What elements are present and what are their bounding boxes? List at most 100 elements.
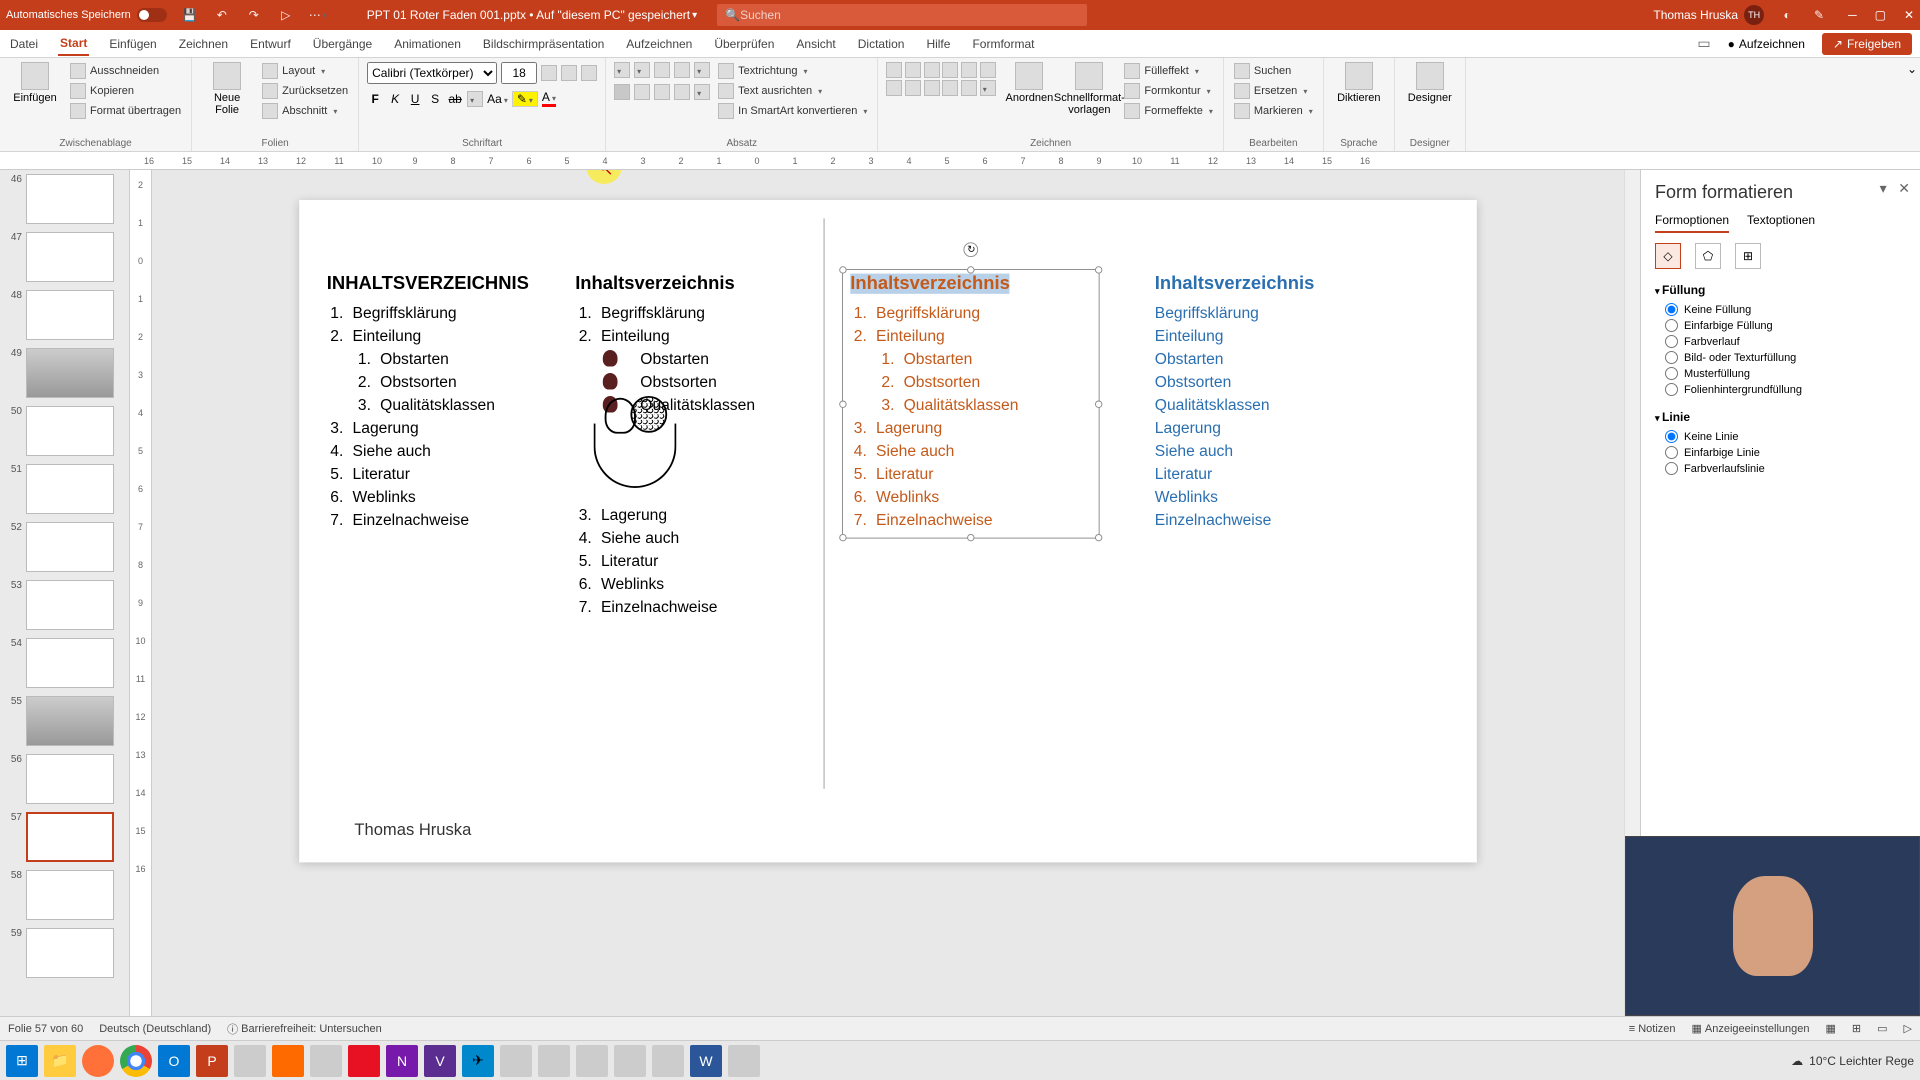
view-sorter-icon[interactable]: ⊞ (1852, 1022, 1861, 1035)
spacing-icon[interactable] (467, 91, 483, 107)
collapse-ribbon-icon[interactable]: ▭ (1697, 35, 1710, 52)
thumbnail-row[interactable]: 49 (4, 348, 125, 398)
shape-free-icon[interactable] (905, 80, 921, 96)
decrease-indent-icon[interactable] (654, 62, 670, 78)
paste-button[interactable]: Einfügen (8, 62, 62, 104)
size-tab-icon[interactable]: ⊞ (1735, 243, 1761, 269)
display-settings-button[interactable]: ▦ Anzeigeeinstellungen (1692, 1022, 1810, 1035)
tab-animationen[interactable]: Animationen (392, 33, 463, 55)
slide-canvas-area[interactable]: ↖ INHALTSVERZEICHNIS 1.Begriffsklärung 2… (152, 170, 1624, 1016)
from-beginning-icon[interactable]: ▷ (277, 6, 295, 24)
shape-outline-button[interactable]: Formkontur (1122, 82, 1215, 100)
toc-column-3-selected[interactable]: Inhaltsverzeichnis 1.Begriffsklärung 2.E… (842, 269, 1100, 539)
tab-ueberpruefen[interactable]: Überprüfen (712, 33, 776, 55)
app-icon[interactable] (614, 1045, 646, 1077)
start-button[interactable]: ⊞ (6, 1045, 38, 1077)
columns-icon[interactable] (694, 84, 710, 100)
telegram-icon[interactable]: ✈ (462, 1045, 494, 1077)
reset-button[interactable]: Zurücksetzen (260, 82, 350, 100)
replace-button[interactable]: Ersetzen (1232, 82, 1315, 100)
align-center-icon[interactable] (634, 84, 650, 100)
coming-soon-icon[interactable]: ◐ (1778, 6, 1796, 24)
shape-star-icon[interactable] (961, 80, 977, 96)
align-right-icon[interactable] (654, 84, 670, 100)
tab-zeichnen[interactable]: Zeichnen (177, 33, 230, 55)
tab-dictation[interactable]: Dictation (856, 33, 907, 55)
view-normal-icon[interactable]: ▦ (1826, 1022, 1836, 1035)
app-icon[interactable] (538, 1045, 570, 1077)
bold-button[interactable]: F (367, 92, 383, 106)
app-icon[interactable] (310, 1045, 342, 1077)
toc-column-4[interactable]: Inhaltsverzeichnis Begriffsklärung Einte… (1155, 274, 1394, 534)
undo-icon[interactable]: ↶ (213, 6, 231, 24)
thumbnail[interactable] (26, 290, 114, 340)
powerpoint-icon[interactable]: P (196, 1045, 228, 1077)
save-icon[interactable]: 💾 (181, 6, 199, 24)
font-color-button[interactable]: A (542, 90, 556, 107)
smartart-button[interactable]: In SmartArt konvertieren (716, 102, 869, 120)
highlight-button[interactable]: ✎ (512, 91, 538, 107)
resize-handle[interactable] (1095, 266, 1102, 273)
fill-section-header[interactable]: Füllung (1655, 283, 1906, 297)
thumbnail[interactable] (26, 580, 114, 630)
strike-button[interactable]: ab (447, 92, 463, 106)
thumbnail-row[interactable]: 52 (4, 522, 125, 572)
accessibility-status[interactable]: ⓘ Barrierefreiheit: Untersuchen (227, 1021, 382, 1037)
thumbnail-row[interactable]: 50 (4, 406, 125, 456)
fill-slidebg-option[interactable]: Folienhintergrundfüllung (1665, 383, 1906, 396)
format-painter-button[interactable]: Format übertragen (68, 102, 183, 120)
ribbon-collapse-icon[interactable]: ⌄ (1904, 58, 1920, 151)
tab-formformat[interactable]: Formformat (970, 33, 1036, 55)
align-left-icon[interactable] (614, 84, 630, 100)
tab-bildschirm[interactable]: Bildschirmpräsentation (481, 33, 606, 55)
draw-icon[interactable]: ✎ (1810, 6, 1828, 24)
pane-tab-shape[interactable]: Formoptionen (1655, 213, 1729, 233)
line-solid-option[interactable]: Einfarbige Linie (1665, 446, 1906, 459)
cut-button[interactable]: Ausschneiden (68, 62, 183, 80)
app-icon[interactable] (500, 1045, 532, 1077)
fill-pattern-option[interactable]: Musterfüllung (1665, 367, 1906, 380)
thumbnail[interactable] (26, 406, 114, 456)
shape-brace2-icon[interactable] (942, 80, 958, 96)
shape-brace1-icon[interactable] (924, 80, 940, 96)
numbering-icon[interactable] (634, 62, 650, 78)
layout-button[interactable]: Layout (260, 62, 350, 80)
thumbnail-row[interactable]: 51 (4, 464, 125, 514)
firefox-icon[interactable] (82, 1045, 114, 1077)
search-input[interactable] (740, 8, 1079, 22)
close-icon[interactable]: ✕ (1904, 8, 1914, 22)
case-button[interactable]: Aa (487, 92, 508, 106)
tab-hilfe[interactable]: Hilfe (924, 33, 952, 55)
shape-arrow-icon[interactable] (905, 62, 921, 78)
shape-more-icon[interactable] (980, 80, 996, 96)
toc-column-1[interactable]: INHALTSVERZEICHNIS 1.Begriffsklärung 2.E… (327, 274, 566, 534)
thumbnail-row[interactable]: 53 (4, 580, 125, 630)
app-icon[interactable] (728, 1045, 760, 1077)
app-icon[interactable] (576, 1045, 608, 1077)
thumbnail[interactable] (26, 522, 114, 572)
app-icon[interactable] (652, 1045, 684, 1077)
toc-column-2[interactable]: Inhaltsverzeichnis 1.Begriffsklärung 2.E… (575, 274, 814, 622)
ruler-horizontal[interactable]: 1615141312111098765432101234567891011121… (0, 152, 1920, 170)
redo-icon[interactable]: ↷ (245, 6, 263, 24)
thumbnail-row[interactable]: 56 (4, 754, 125, 804)
view-slideshow-icon[interactable]: ▷ (1904, 1022, 1912, 1035)
thumbnail[interactable] (26, 696, 114, 746)
align-text-button[interactable]: Text ausrichten (716, 82, 869, 100)
shapes-gallery[interactable] (886, 62, 996, 96)
pane-tab-text[interactable]: Textoptionen (1747, 213, 1815, 233)
rotate-handle[interactable] (963, 242, 978, 257)
notes-button[interactable]: ≡ Notizen (1629, 1023, 1676, 1035)
word-icon[interactable]: W (690, 1045, 722, 1077)
app-icon[interactable] (234, 1045, 266, 1077)
maximize-icon[interactable]: ▢ (1875, 8, 1886, 22)
fill-line-tab-icon[interactable]: ◇ (1655, 243, 1681, 269)
shape-effects-button[interactable]: Formeffekte (1122, 102, 1215, 120)
resize-handle[interactable] (839, 534, 846, 541)
bullets-icon[interactable] (614, 62, 630, 78)
designer-button[interactable]: Designer (1403, 62, 1457, 104)
select-button[interactable]: Markieren (1232, 102, 1315, 120)
explorer-icon[interactable]: 📁 (44, 1045, 76, 1077)
chrome-icon[interactable] (120, 1045, 152, 1077)
thumbnail[interactable] (26, 464, 114, 514)
